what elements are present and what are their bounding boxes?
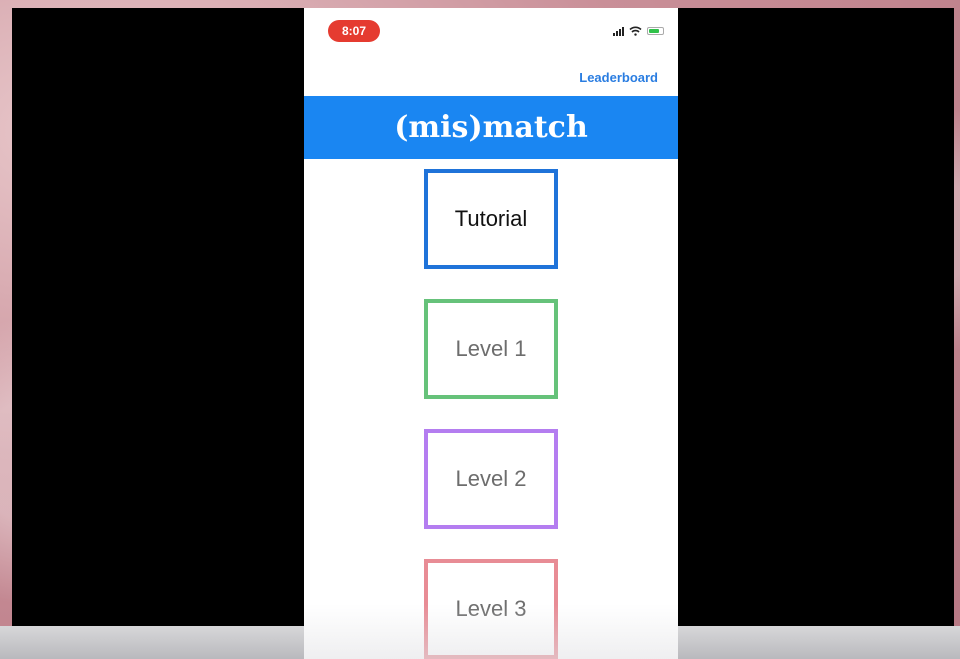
- phone-screen: 8:07 Leaderboard (mis)match Tutorial Lev…: [304, 8, 678, 659]
- level-2-button[interactable]: Level 2: [424, 429, 558, 529]
- battery-icon: [647, 27, 664, 35]
- status-time: 8:07: [328, 20, 380, 42]
- level-3-button[interactable]: Level 3: [424, 559, 558, 659]
- level-1-button[interactable]: Level 1: [424, 299, 558, 399]
- signal-icon: [613, 26, 624, 36]
- status-icons: [613, 24, 664, 38]
- screen-recording-stage: 8:07 Leaderboard (mis)match Tutorial Lev…: [0, 0, 960, 659]
- app-title: (mis)match: [304, 96, 678, 159]
- tutorial-button[interactable]: Tutorial: [424, 169, 558, 269]
- leaderboard-link[interactable]: Leaderboard: [579, 70, 658, 85]
- wifi-icon: [629, 26, 642, 36]
